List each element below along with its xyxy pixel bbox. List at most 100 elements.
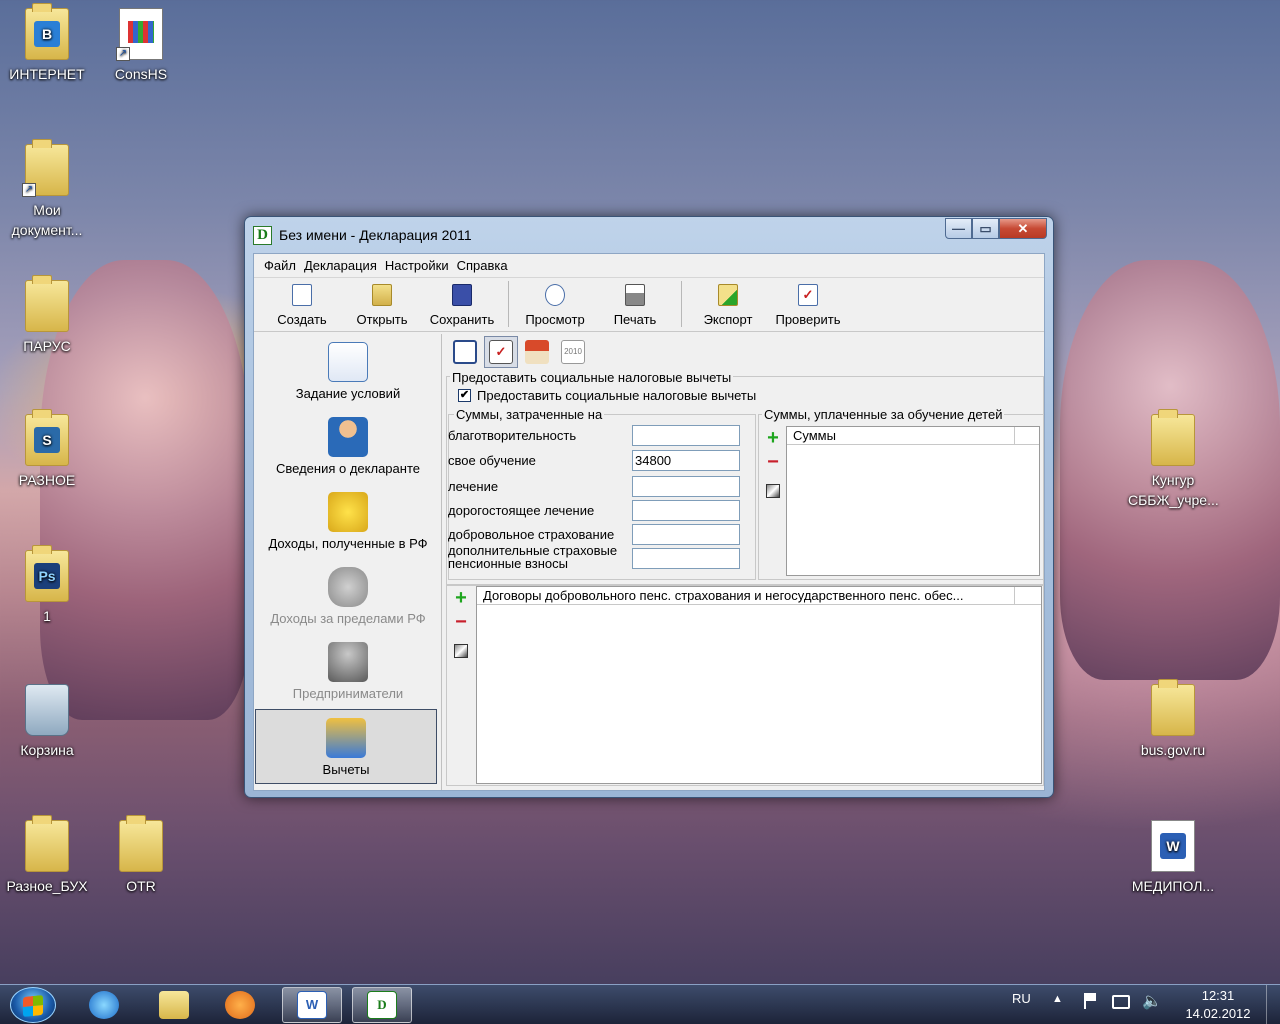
check-button[interactable]: ✓ Проверить	[768, 284, 848, 331]
print-button[interactable]: Печать	[595, 284, 675, 331]
remove-child-sum-button[interactable]: −	[764, 452, 782, 472]
charity-input[interactable]	[632, 425, 740, 446]
folder-icon	[159, 991, 189, 1019]
show-desktop-button[interactable]	[1266, 985, 1280, 1024]
field-label-treatment: лечение	[448, 479, 499, 494]
close-icon: ✕	[1017, 220, 1029, 236]
sums-group-title: Суммы, затраченные на	[454, 407, 605, 422]
checkmark-document-icon: ✓	[489, 340, 513, 364]
clock[interactable]: 12:31 14.02.2012	[1180, 987, 1256, 1023]
desktop-icon-medipol[interactable]: W МЕДИПОЛ...	[1128, 820, 1218, 896]
menu-help[interactable]: Справка	[453, 258, 512, 273]
edit-contract-icon[interactable]	[454, 644, 468, 658]
nav-item-entrepreneurs[interactable]: Предприниматели	[255, 634, 441, 709]
maximize-icon: ▭	[979, 220, 992, 236]
language-indicator[interactable]: RU	[1012, 991, 1031, 1006]
social-checkbox-label: Предоставить социальные налоговые вычеты	[477, 388, 757, 403]
grid-header: Договоры добровольного пенс. страхования…	[477, 587, 1041, 605]
checklist-icon	[453, 340, 477, 364]
desktop-icon-bus-gov[interactable]: bus.gov.ru	[1128, 679, 1218, 760]
nav-item-conditions[interactable]: Задание условий	[255, 334, 441, 409]
person-icon	[328, 417, 368, 457]
deduction-tabs: ✓ 2010	[444, 334, 1044, 370]
media-player-icon	[225, 991, 255, 1019]
title-bar[interactable]: D Без имени - Декларация 2011 — ▭ ✕	[245, 217, 1053, 251]
desktop-icon-recycle-bin[interactable]: Корзина	[2, 684, 92, 760]
desktop-icon-kungur[interactable]: Кунгур СББЖ_учре...	[1128, 409, 1219, 510]
preview-button[interactable]: Просмотр	[515, 284, 595, 331]
application-icon: ↗	[116, 8, 163, 61]
toolbar: Создать Открыть Сохранить Просмотр Печат…	[254, 278, 1044, 332]
volume-icon[interactable]: 🔈	[1142, 991, 1162, 1011]
edit-child-sum-icon[interactable]	[766, 484, 780, 498]
photoshop-folder-icon: Ps	[25, 545, 69, 602]
printer-icon	[625, 284, 645, 306]
menu-file[interactable]: Файл	[260, 258, 300, 273]
voluntary-insurance-input[interactable]	[632, 524, 740, 545]
nav-item-declarant[interactable]: Сведения о декларанте	[255, 409, 441, 484]
open-folder-icon	[372, 284, 392, 306]
taskbar-app-ie[interactable]	[74, 987, 134, 1023]
word-icon: W	[297, 991, 327, 1019]
desktop-icon-my-documents[interactable]: ↗ Мои документ...	[2, 139, 92, 240]
contracts-grid[interactable]: Договоры добровольного пенс. страхования…	[476, 586, 1042, 784]
maximize-button[interactable]: ▭	[972, 218, 999, 239]
children-sums-grid[interactable]: Суммы	[786, 426, 1040, 576]
taskbar-app-media-player[interactable]	[210, 987, 270, 1023]
tab-social-deductions[interactable]: ✓	[484, 336, 518, 368]
minimize-icon: —	[952, 221, 965, 236]
folder-icon	[1151, 679, 1195, 736]
tab-previous-year[interactable]: 2010	[556, 336, 590, 368]
desktop-icon-raznoe[interactable]: S РАЗНОЕ	[2, 409, 92, 490]
add-child-sum-button[interactable]: +	[764, 428, 782, 448]
window-title: Без имени - Декларация 2011	[279, 227, 472, 243]
desktop-icon-1[interactable]: Ps 1	[2, 545, 92, 626]
nav-item-income-abroad[interactable]: Доходы за пределами РФ	[255, 559, 441, 634]
social-checkbox[interactable]: ✔	[458, 389, 471, 402]
close-button[interactable]: ✕	[999, 218, 1047, 239]
new-document-icon	[292, 284, 312, 306]
menu-bar: Файл Декларация Настройки Справка	[254, 254, 1044, 278]
desktop-icon-conshs[interactable]: ↗ ConsHS	[96, 8, 186, 84]
desktop-icon-otr[interactable]: OTR	[96, 815, 186, 896]
recycle-bin-icon	[25, 684, 69, 736]
open-button[interactable]: Открыть	[342, 284, 422, 331]
desktop-icon-parus[interactable]: ПАРУС	[2, 275, 92, 356]
add-contract-button[interactable]: +	[452, 588, 470, 608]
desktop-icon-internet[interactable]: B ИНТЕРНЕТ	[2, 3, 92, 84]
money-bag-icon	[328, 567, 368, 607]
menu-declaration[interactable]: Декларация	[300, 258, 381, 273]
field-label-voluntary-insurance: добровольное страхование	[448, 527, 615, 542]
export-button[interactable]: Экспорт	[688, 284, 768, 331]
start-button[interactable]	[10, 987, 56, 1023]
show-hidden-icons-button[interactable]: ▲	[1052, 993, 1063, 1005]
tab-standard-deductions[interactable]	[448, 336, 482, 368]
action-center-flag-icon[interactable]	[1084, 993, 1098, 1009]
taskbar-app-declaration[interactable]: D	[352, 987, 412, 1023]
save-button[interactable]: Сохранить	[422, 284, 502, 331]
taskbar: W D RU ▲ 🔈 12:31 14.02.2012	[0, 984, 1280, 1024]
own-education-input[interactable]: 34800	[632, 450, 740, 471]
create-button[interactable]: Создать	[262, 284, 342, 331]
social-checkbox-row[interactable]: ✔ Предоставить социальные налоговые выче…	[458, 388, 756, 403]
treatment-input[interactable]	[632, 476, 740, 497]
nav-item-deductions[interactable]: Вычеты	[255, 709, 437, 784]
taskbar-app-explorer[interactable]	[144, 987, 204, 1023]
export-icon	[718, 284, 738, 306]
nav-item-income-rf[interactable]: Доходы, полученные в РФ	[255, 484, 441, 559]
remove-contract-button[interactable]: −	[452, 612, 470, 632]
network-icon[interactable]	[1112, 995, 1130, 1009]
tab-property-deductions[interactable]	[520, 336, 554, 368]
toolbar-separator	[508, 281, 509, 327]
pension-contributions-input[interactable]	[632, 548, 740, 569]
menu-settings[interactable]: Настройки	[381, 258, 453, 273]
expensive-treatment-input[interactable]	[632, 500, 740, 521]
floppy-disk-icon	[452, 284, 472, 306]
minimize-button[interactable]: —	[945, 218, 972, 239]
tree-diagram-icon	[328, 342, 368, 382]
column-header-sums[interactable]: Суммы	[787, 427, 1015, 444]
desktop-icon-raznoe-buh[interactable]: Разное_БУХ	[2, 815, 92, 896]
taskbar-app-word[interactable]: W	[282, 987, 342, 1023]
column-header-contracts[interactable]: Договоры добровольного пенс. страхования…	[477, 587, 1015, 604]
word-document-icon: W	[1151, 820, 1195, 872]
